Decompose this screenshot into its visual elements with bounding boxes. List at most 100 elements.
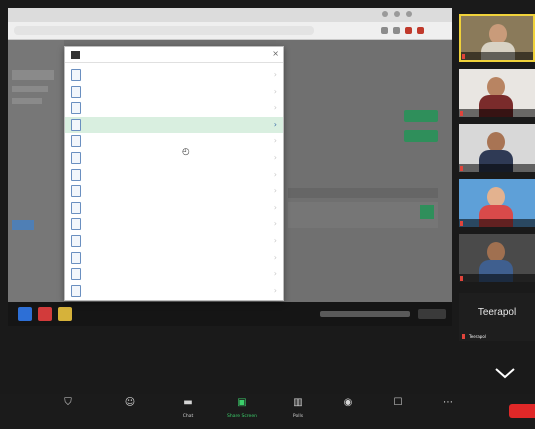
start-icon[interactable]: [18, 307, 32, 321]
end-button[interactable]: [509, 404, 535, 418]
participant-tile[interactable]: [459, 124, 535, 172]
chevron-right-icon[interactable]: ›: [274, 70, 277, 79]
participant-face: [489, 24, 507, 44]
participant-name: Teerapol: [477, 307, 517, 318]
chevron-right-icon[interactable]: ›: [274, 286, 277, 295]
file-list-item[interactable]: ›: [65, 116, 283, 133]
mouse-cursor-icon: ◴: [182, 147, 190, 157]
file-list-item[interactable]: ›: [65, 84, 283, 100]
file-list-item[interactable]: ›: [65, 67, 283, 83]
chevron-right-icon[interactable]: ›: [274, 153, 277, 162]
file-list-item[interactable]: ›: [65, 283, 283, 299]
app-icon[interactable]: [38, 307, 52, 321]
bookmark-icon[interactable]: [381, 27, 388, 34]
table-header: [288, 188, 438, 198]
mic-muted-icon: [460, 221, 463, 226]
clock: [418, 309, 446, 319]
document-icon: [71, 152, 81, 164]
maximize-icon[interactable]: [394, 11, 400, 17]
toolbar-label: Chat: [182, 414, 194, 419]
participant-face: [487, 242, 505, 262]
document-icon: [71, 235, 81, 247]
menu-icon[interactable]: [417, 27, 424, 34]
chevron-right-icon[interactable]: ›: [274, 269, 277, 278]
extension-icon[interactable]: [393, 27, 400, 34]
document-icon: [71, 102, 81, 115]
minimize-icon[interactable]: [382, 11, 388, 17]
toolbar-button-share-screen[interactable]: ▣ Share Screen: [222, 398, 262, 426]
participant-tile[interactable]: [459, 14, 535, 62]
toolbar-button-chat[interactable]: ▬ Chat: [168, 398, 208, 426]
chevron-right-icon[interactable]: ›: [274, 170, 277, 179]
page-subtext: [12, 98, 42, 104]
chevron-right-icon[interactable]: ›: [274, 203, 277, 212]
participant-tile[interactable]: [459, 234, 535, 282]
participant-name-label: [459, 274, 535, 282]
file-list-item[interactable]: ›: [65, 266, 283, 282]
toolbar-label: Share Screen: [227, 414, 257, 419]
toolbar-button-reactions[interactable]: ☐: [378, 398, 418, 426]
participant-tile[interactable]: [459, 179, 535, 227]
chevron-right-icon[interactable]: ›: [274, 186, 277, 195]
chevron-right-icon[interactable]: ›: [274, 219, 277, 228]
document-icon: [71, 251, 81, 264]
meeting-toolbar: ⛉ ☺ ▬ Chat ▣ Share Screen ▥ Polls ◉ ☐ ⋯: [0, 394, 535, 429]
document-icon: [71, 168, 81, 181]
table-row: [288, 202, 438, 228]
close-icon[interactable]: ×: [272, 49, 279, 59]
document-icon: [71, 69, 81, 81]
chevron-right-icon[interactable]: ›: [274, 103, 277, 112]
document-icon: [71, 85, 81, 98]
mic-muted-icon: [460, 276, 463, 281]
file-list-item[interactable]: ›: [65, 133, 283, 149]
chevron-right-icon[interactable]: ›: [274, 120, 277, 129]
participant-tile[interactable]: [459, 69, 535, 117]
participant-tile[interactable]: Teerapol Teerapol: [459, 293, 535, 341]
polls-icon: ▥: [293, 397, 303, 408]
close-icon[interactable]: [406, 11, 412, 17]
folder-icon: [71, 51, 80, 59]
mic-muted-icon: [462, 54, 465, 59]
participant-name-label: Teerapol: [469, 334, 486, 339]
toolbar-button-polls[interactable]: ▥ Polls: [278, 398, 318, 426]
action-button[interactable]: [404, 110, 438, 122]
participant-name-label: [459, 109, 535, 117]
toolbar-label: Polls: [292, 414, 304, 419]
file-list-item[interactable]: ›: [65, 216, 283, 232]
participants-icon: ☺: [124, 397, 136, 408]
toolbar-button-participants[interactable]: ☺: [110, 398, 150, 426]
document-icon: [71, 201, 81, 214]
document-icon: [71, 185, 81, 198]
page-link[interactable]: [12, 220, 34, 230]
file-list-item[interactable]: ›: [65, 233, 283, 249]
file-list-item[interactable]: ›: [65, 183, 283, 199]
action-button[interactable]: [404, 130, 438, 142]
document-icon: [71, 118, 81, 131]
file-list-item[interactable]: ›: [65, 200, 283, 216]
reactions-icon: ☐: [393, 397, 403, 408]
profile-icon[interactable]: [405, 27, 412, 34]
chevron-right-icon[interactable]: ›: [274, 236, 277, 245]
page-subtext: [12, 86, 48, 92]
browser-titlebar: [8, 8, 452, 22]
chevron-right-icon[interactable]: ›: [274, 87, 277, 96]
shield-icon: ⛉: [64, 397, 72, 408]
folder-icon[interactable]: [58, 307, 72, 321]
file-list-item[interactable]: ›: [65, 167, 283, 183]
toolbar-button-record[interactable]: ◉: [328, 398, 368, 426]
file-picker-dialog: × › › › › › › › › › › › › › ›: [64, 46, 284, 301]
toolbar-button-shield[interactable]: ⛉: [48, 398, 88, 426]
document-icon: [71, 135, 81, 148]
participant-face: [487, 77, 505, 97]
row-action-button[interactable]: [420, 205, 434, 219]
file-list-item[interactable]: ›: [65, 150, 283, 166]
toolbar-button-more[interactable]: ⋯: [428, 398, 468, 426]
chevron-right-icon[interactable]: ›: [274, 136, 277, 145]
record-icon: ◉: [343, 397, 353, 408]
file-list-item[interactable]: ›: [65, 250, 283, 266]
url-field[interactable]: [14, 26, 314, 35]
chevron-right-icon[interactable]: ›: [274, 253, 277, 262]
file-list-item[interactable]: ›: [65, 100, 283, 116]
more-icon: ⋯: [443, 397, 453, 408]
chevron-down-icon[interactable]: [494, 366, 516, 380]
